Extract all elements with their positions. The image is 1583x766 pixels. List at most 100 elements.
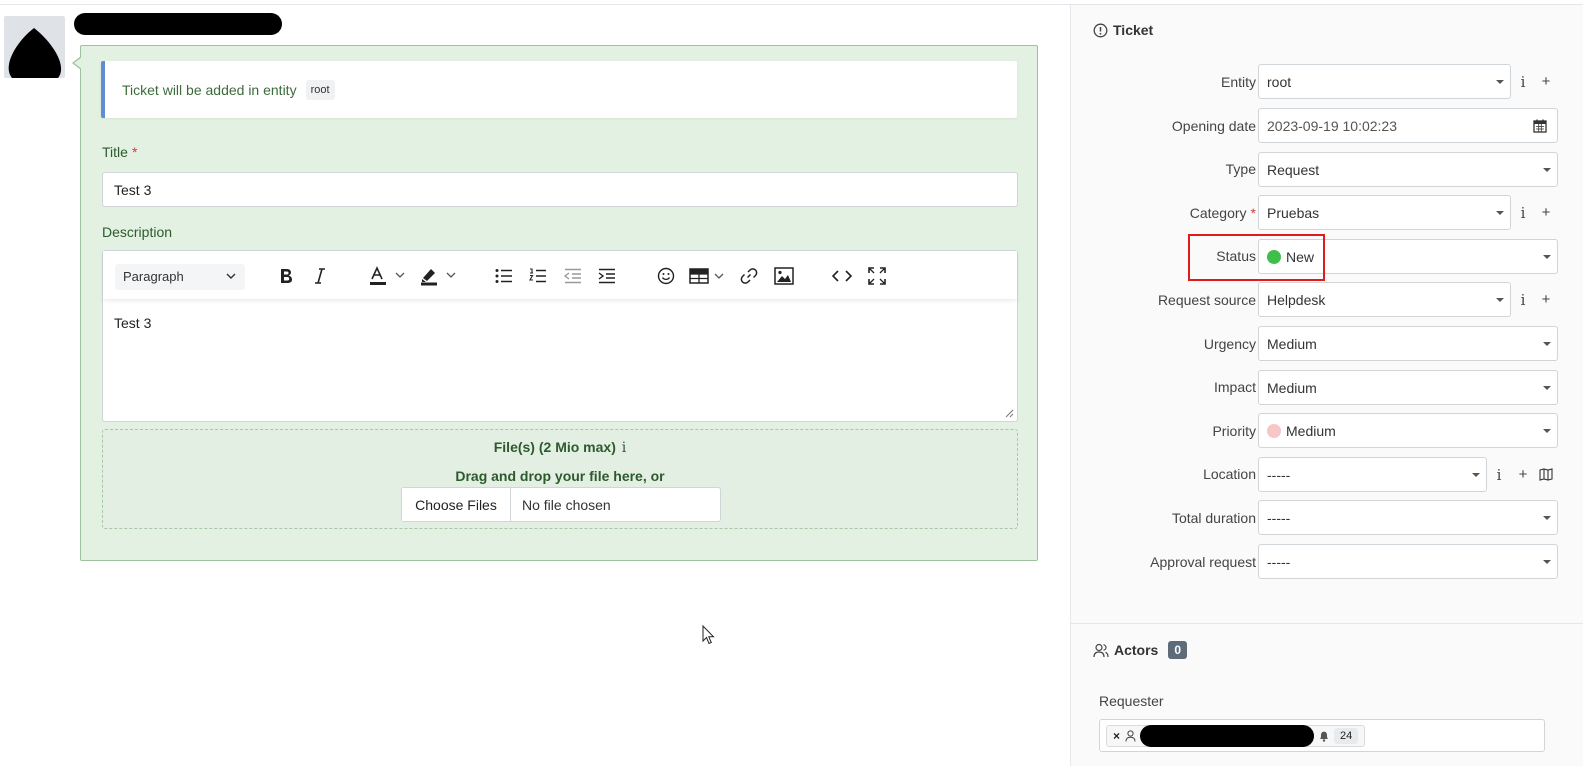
category-info-button[interactable]: i [1511, 195, 1535, 230]
location-add-button[interactable]: + [1511, 457, 1535, 492]
impact-label: Impact [1213, 379, 1256, 395]
opening-date-label: Opening date [1171, 118, 1256, 134]
type-value: Request [1267, 161, 1320, 178]
approval-request-select[interactable]: ----- [1258, 544, 1558, 579]
outdent-icon [564, 268, 581, 284]
indent-icon [598, 268, 615, 284]
file-dropzone[interactable]: File(s) (2 Mio max) i Drag and drop your… [102, 429, 1018, 529]
entity-select[interactable]: root [1258, 64, 1511, 99]
fullscreen-icon [868, 267, 886, 285]
priority-select[interactable]: Medium [1258, 413, 1558, 448]
request-source-add-button[interactable]: + [1534, 282, 1558, 317]
link-button[interactable] [738, 264, 760, 288]
image-button[interactable] [773, 264, 795, 288]
actors-section-title: Actors [1114, 642, 1159, 658]
priority-dot-icon [1267, 423, 1281, 438]
opening-date-value: 2023-09-19 10:02:23 [1267, 117, 1397, 134]
urgency-value: Medium [1267, 335, 1317, 352]
title-label-text: Title [102, 144, 128, 160]
code-icon [832, 270, 852, 282]
location-label: Location [1203, 466, 1256, 482]
bell-icon[interactable] [1318, 730, 1330, 742]
requester-select[interactable]: × 24 [1099, 719, 1545, 752]
total-duration-select[interactable]: ----- [1258, 500, 1558, 535]
impact-select[interactable]: Medium [1258, 370, 1558, 405]
choose-files-button[interactable]: Choose Files [402, 488, 511, 521]
files-label-text: File(s) (2 Mio max) [493, 439, 616, 455]
location-select[interactable]: ----- [1258, 457, 1487, 492]
calendar-button[interactable] [1522, 108, 1558, 143]
requester-item-count: 24 [1334, 728, 1359, 744]
italic-button[interactable] [309, 264, 331, 288]
description-editor[interactable]: Paragraph Test 3 [102, 250, 1018, 422]
highlight-color-button[interactable] [418, 264, 460, 288]
impact-value: Medium [1267, 379, 1317, 396]
entity-value: root [1267, 73, 1292, 90]
category-add-button[interactable]: + [1534, 195, 1558, 230]
priority-label: Priority [1212, 423, 1256, 439]
file-input[interactable]: Choose Files No file chosen [401, 487, 721, 522]
request-source-label: Request source [1157, 292, 1256, 308]
request-source-info-button[interactable]: i [1511, 282, 1535, 317]
decrease-indent-button[interactable] [562, 264, 584, 288]
italic-icon [315, 268, 325, 284]
title-input[interactable]: Test 3 [102, 172, 1018, 207]
remove-requester-button[interactable]: × [1113, 729, 1120, 743]
category-select[interactable]: Pruebas [1258, 195, 1511, 230]
description-label: Description [102, 224, 173, 240]
priority-value: Medium [1286, 422, 1336, 439]
type-label: Type [1225, 161, 1256, 177]
location-map-button[interactable] [1534, 457, 1558, 492]
required-mark: * [131, 144, 138, 160]
map-icon [1539, 468, 1553, 481]
location-info-button[interactable]: i [1487, 457, 1511, 492]
type-select[interactable]: Request [1258, 152, 1558, 187]
category-label-text: Category [1189, 205, 1247, 221]
bullet-list-button[interactable] [493, 264, 515, 288]
entity-label: Entity [1220, 74, 1256, 90]
files-info-icon[interactable]: i [622, 440, 626, 456]
user-avatar [4, 16, 65, 78]
file-status-text: No file chosen [522, 496, 611, 513]
ticket-side-panel: Ticket Entity root i + Opening date 2023… [1070, 5, 1583, 766]
source-code-button[interactable] [831, 264, 853, 288]
numbered-list-button[interactable] [527, 264, 549, 288]
chevron-down-icon [226, 273, 236, 279]
bold-icon [281, 269, 292, 283]
table-icon [689, 268, 724, 284]
dropdown-arrow-icon [1543, 255, 1551, 259]
redacted-requester-name [1140, 725, 1315, 747]
dropdown-arrow-icon [1543, 429, 1551, 433]
entity-alert: Ticket will be added in entity root [101, 61, 1017, 118]
emoji-button[interactable] [655, 264, 677, 288]
opening-date-input[interactable]: 2023-09-19 10:02:23 [1258, 108, 1523, 143]
dropdown-arrow-icon [1543, 342, 1551, 346]
link-icon [740, 268, 758, 284]
dropdown-arrow-icon [1543, 516, 1551, 520]
table-button[interactable] [689, 264, 725, 288]
entity-add-button[interactable]: + [1534, 64, 1558, 99]
entity-info-button[interactable]: i [1511, 64, 1535, 99]
request-source-select[interactable]: Helpdesk [1258, 282, 1511, 317]
mouse-cursor-icon [702, 625, 715, 645]
font-color-icon [370, 266, 405, 285]
increase-indent-button[interactable] [596, 264, 618, 288]
users-icon [1093, 643, 1109, 657]
section-divider [1071, 623, 1583, 624]
category-label: Category * [1190, 205, 1256, 221]
paragraph-format-label: Paragraph [123, 269, 184, 284]
editor-toolbar: Paragraph [103, 251, 1017, 299]
actors-section-header[interactable]: Actors 0 [1093, 641, 1188, 659]
resize-grip-icon[interactable] [1005, 409, 1014, 418]
urgency-select[interactable]: Medium [1258, 326, 1558, 361]
paragraph-format-select[interactable]: Paragraph [115, 264, 245, 290]
font-color-button[interactable] [367, 264, 409, 288]
description-content[interactable]: Test 3 [114, 315, 151, 331]
actors-count-badge: 0 [1168, 641, 1188, 659]
dropdown-arrow-icon [1472, 473, 1480, 477]
highlighter-icon [421, 269, 456, 286]
title-label: Title * [102, 144, 137, 160]
ticket-section-header[interactable]: Ticket [1093, 22, 1153, 38]
bold-button[interactable] [275, 264, 297, 288]
fullscreen-button[interactable] [866, 264, 888, 288]
